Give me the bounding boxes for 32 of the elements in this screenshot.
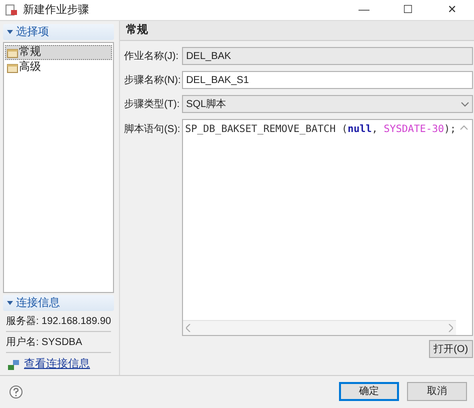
minimize-button[interactable]: — xyxy=(342,0,386,20)
app-icon xyxy=(5,4,18,16)
scroll-right-icon[interactable] xyxy=(448,324,454,332)
field-label: 作业名称(J): xyxy=(124,50,180,64)
open-button[interactable]: 打开(O) xyxy=(428,340,474,358)
scroll-up-icon[interactable] xyxy=(460,125,468,130)
connection-info: 用户名: SYSDBA xyxy=(6,332,112,353)
caret-icon[interactable] xyxy=(7,30,13,34)
panel-header: 连接信息 xyxy=(16,296,60,311)
code-text: SP_DB_BAKSET_REMOVE_BATCH (null, SYSDATE-30); xyxy=(184,123,456,134)
ok-button[interactable]: 确定 xyxy=(339,382,399,402)
help-icon[interactable] xyxy=(9,384,23,399)
option-item[interactable]: 常规 xyxy=(5,45,112,60)
connection-info: 服务器: 192.168.189.90 xyxy=(6,311,112,332)
option-item[interactable]: 高级 xyxy=(5,60,112,75)
section-title: 常规 xyxy=(126,22,148,38)
horizontal-scrollbar[interactable] xyxy=(183,320,456,335)
field-label: 步骤名称(N): xyxy=(124,74,182,88)
caret-icon[interactable] xyxy=(7,300,13,306)
view-connection-link[interactable]: 查看连接信息 xyxy=(24,356,90,372)
cancel-button[interactable]: 取消 xyxy=(407,382,467,402)
script-editor[interactable]: SP_DB_BAKSET_REMOVE_BATCH (null, SYSDATE-30); xyxy=(182,119,474,336)
page-icon xyxy=(7,48,18,58)
maximize-button[interactable]: ☐ xyxy=(386,0,430,20)
field-label: 步骤类型(T): xyxy=(124,98,181,112)
panel-header: 选择项 xyxy=(16,24,49,40)
close-button[interactable]: ✕ xyxy=(430,0,474,20)
scroll-left-icon[interactable] xyxy=(186,324,192,332)
window-title: 新建作业步骤 xyxy=(23,2,89,18)
input-field[interactable]: DEL_BAK_S1 xyxy=(182,71,474,89)
field-label: 脚本语句(S): xyxy=(124,122,182,137)
page-icon xyxy=(7,62,18,72)
